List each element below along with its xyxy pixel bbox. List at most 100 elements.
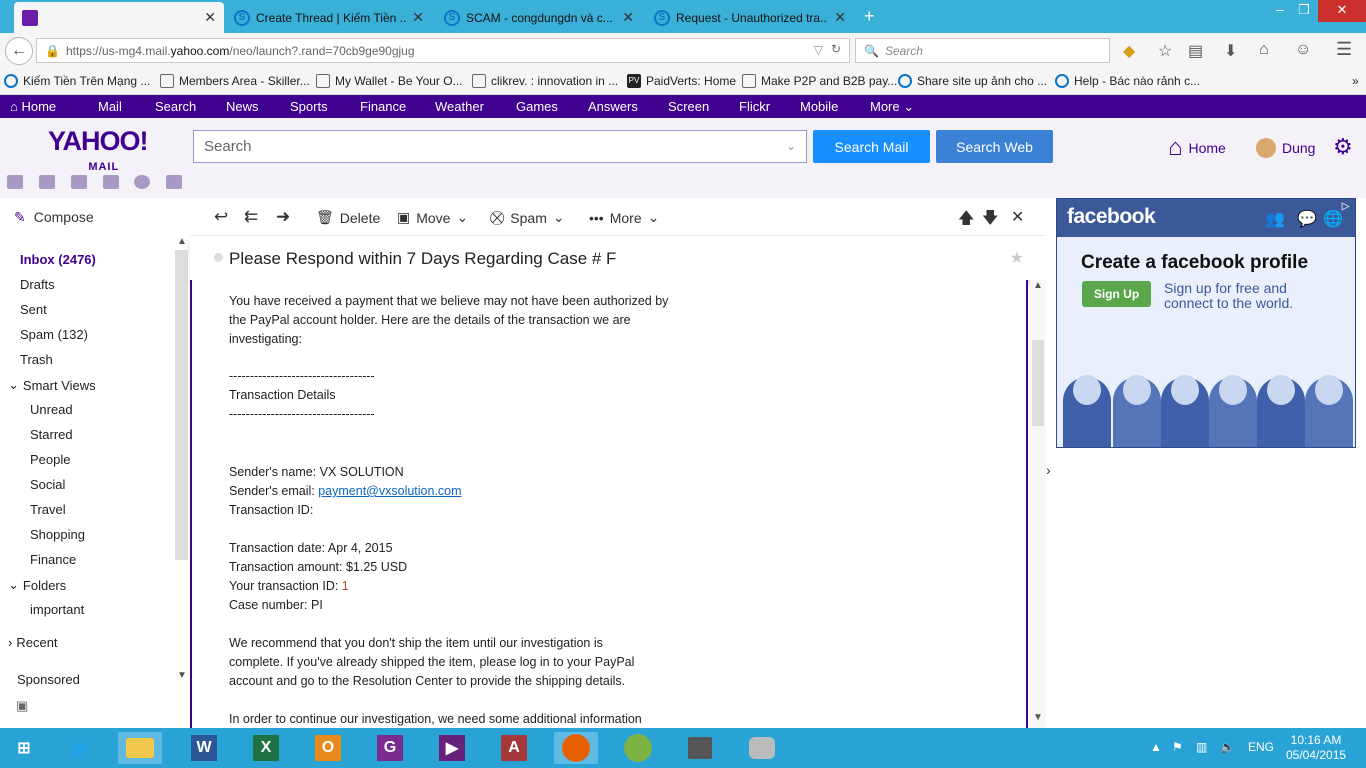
close-message-icon[interactable]: ✕ [1011,207,1024,227]
tab-create-thread[interactable]: S Create Thread | Kiếm Tiền ... ✕ [226,2,432,33]
facebook-signup-button[interactable]: Sign Up [1082,281,1151,307]
contacts-app-icon[interactable] [39,175,55,189]
volume-icon[interactable]: 🔈 [1220,740,1235,754]
move-button[interactable]: ▣ Move ⌄ [397,209,468,226]
tab-request[interactable]: S Request - Unauthorized tra... ✕ [646,2,854,33]
start-windows-icon[interactable]: ⊞ [2,732,46,764]
settings-gear-icon[interactable]: ⚙ [1333,134,1353,160]
hello-icon[interactable]: ☺ [1295,41,1311,59]
sidebar-item-spam[interactable]: Spam (132) [20,327,88,342]
bookmark-item[interactable]: PV PaidVerts: Home [627,74,736,88]
reading-list-icon[interactable]: ▤ [1188,41,1203,61]
scroll-up-icon[interactable]: ▲ [177,236,187,247]
previous-message-icon[interactable]: 🡅 [958,207,974,234]
yahoo-nav-weather[interactable]: Weather [435,99,484,114]
url-dropdown-icon[interactable]: ▽ [814,43,823,57]
yahoo-nav-mail[interactable]: Mail [98,99,122,114]
search-mail-button[interactable]: Search Mail [813,130,930,163]
tab-scam[interactable]: S SCAM - congdungdn và c... ✕ [436,2,642,33]
internet-explorer-icon[interactable]: e [58,732,102,764]
yahoo-nav-more[interactable]: More ⌄ [870,99,914,115]
close-tab-icon[interactable]: ✕ [204,9,216,26]
file-explorer-icon[interactable] [118,732,162,764]
tray-overflow-icon[interactable]: ▲ [1150,740,1162,754]
reply-icon[interactable]: ↩ [214,207,228,227]
chevron-down-icon[interactable]: ⌄ [786,139,796,153]
bookmark-item[interactable]: clikrev. : innovation in ... [472,74,618,88]
image-icon[interactable]: ▣ [16,698,28,714]
bookmark-item[interactable]: Make P2P and B2B pay... [742,74,897,88]
firefox-icon[interactable] [554,732,598,764]
sidebar-item-drafts[interactable]: Drafts [20,277,55,292]
forward-icon[interactable]: ➜ [276,207,290,227]
adchoices-icon[interactable]: ▷ [1342,201,1350,212]
language-indicator[interactable]: ENG [1248,740,1274,754]
sidebar-scrollbar[interactable]: ▲ ▼ [175,236,188,686]
window-close-icon[interactable]: ✕ [1318,0,1366,22]
user-menu[interactable]: Dung [1256,138,1315,158]
sidebar-item-shopping[interactable]: Shopping [30,527,85,542]
close-tab-icon[interactable]: ✕ [834,9,846,26]
newsfeed-app-icon[interactable] [166,175,182,189]
scroll-thumb[interactable] [1032,340,1044,426]
sidebar-item-trash[interactable]: Trash [20,352,53,367]
bookmark-item[interactable]: Help - Bác nào rảnh c... [1055,74,1200,88]
restore-icon[interactable]: ❐ [1290,0,1318,22]
access-icon[interactable]: A [492,732,536,764]
header-home-link[interactable]: ⌂ Home [1168,136,1226,160]
yahoo-nav-sports[interactable]: Sports [290,99,328,114]
home-icon[interactable]: ⌂ [1259,41,1269,59]
pinned-app-icon[interactable] [740,732,784,764]
close-tab-icon[interactable]: ✕ [412,9,424,26]
pdf-app-icon[interactable]: G [368,732,412,764]
tab-yahoo-mail[interactable]: ✕ [14,2,224,33]
sidebar-item-travel[interactable]: Travel [30,502,66,517]
bookmark-item[interactable]: My Wallet - Be Your O... [316,74,463,88]
reload-icon[interactable]: ↻ [831,42,841,56]
sidebar-group-folders[interactable]: ⌄ Folders [8,577,66,593]
scroll-down-icon[interactable]: ▼ [1033,712,1043,723]
unread-dot-icon[interactable] [214,253,223,262]
bookmarks-overflow-icon[interactable]: » [1352,74,1359,88]
close-tab-icon[interactable]: ✕ [622,9,634,26]
notepad-app-icon[interactable] [103,175,119,189]
outlook-icon[interactable]: O [306,732,350,764]
yahoo-nav-search[interactable]: Search [155,99,196,114]
excel-icon[interactable]: X [244,732,288,764]
bookmark-star-icon[interactable]: ☆ [1158,41,1172,61]
system-clock[interactable]: 10:16 AM 05/04/2015 [1286,733,1346,763]
yahoo-nav-games[interactable]: Games [516,99,558,114]
yahoo-nav-answers[interactable]: Answers [588,99,638,114]
back-button[interactable]: ← [5,37,33,65]
star-icon[interactable]: ★ [1010,248,1024,268]
messenger-app-icon[interactable] [134,175,150,189]
sidebar-item-finance[interactable]: Finance [30,552,76,567]
yahoo-nav-mobile[interactable]: Mobile [800,99,838,114]
delete-button[interactable]: 🗑 Delete [316,209,380,226]
facebook-ad[interactable]: facebook ▷ 👥 💬 🌐 Create a facebook profi… [1056,198,1356,448]
scroll-thumb[interactable] [175,250,188,560]
mail-app-icon[interactable] [7,175,23,189]
yahoo-nav-news[interactable]: News [226,99,259,114]
next-message-icon[interactable]: 🡇 [982,207,998,234]
menu-icon[interactable]: ☰ [1336,39,1352,60]
sender-email-link[interactable]: payment@vxsolution.com [318,484,461,498]
browser-search-box[interactable]: 🔍 Search [855,38,1110,63]
action-center-icon[interactable]: ⚑ [1172,740,1183,754]
downloads-icon[interactable]: ⬇ [1224,41,1237,61]
spam-button[interactable]: ⛒ Spam ⌄ [490,209,565,226]
sidebar-group-smart-views[interactable]: ⌄ Smart Views [8,377,96,393]
mail-search-input[interactable]: Search ⌄ [193,130,807,163]
reply-all-icon[interactable]: ⇇ [244,207,258,227]
scroll-up-icon[interactable]: ▲ [1033,280,1043,291]
url-bar[interactable]: 🔒 https://us-mg4.mail.yahoo.com/neo/laun… [36,38,850,63]
scroll-down-icon[interactable]: ▼ [177,670,187,681]
collapse-ad-icon[interactable]: › [1046,462,1051,478]
bookmark-item[interactable]: Members Area - Skiller... [160,74,310,88]
sidebar-item-unread[interactable]: Unread [30,402,73,417]
yahoo-nav-finance[interactable]: Finance [360,99,406,114]
compose-button[interactable]: ✎ Compose [0,198,190,236]
yahoo-nav-flickr[interactable]: Flickr [739,99,770,114]
addon-icon[interactable]: ◆ [1123,41,1135,61]
visual-studio-icon[interactable]: ▶ [430,732,474,764]
